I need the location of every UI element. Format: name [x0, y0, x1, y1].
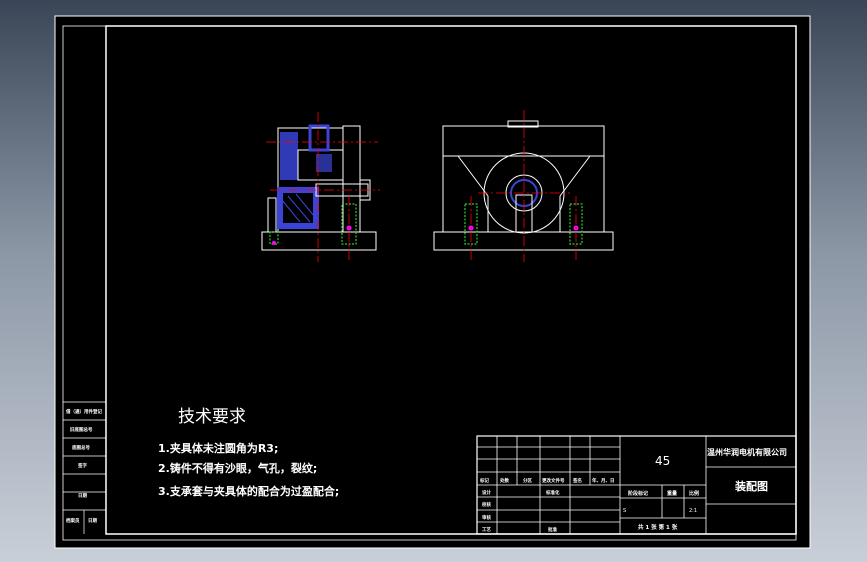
strip-label-1: 旧底图总号: [70, 426, 93, 433]
tech-req-item-3: 3.支承套与夹具体的配合为过盈配合;: [158, 484, 339, 498]
row-label-process: 工艺: [482, 526, 491, 533]
sheet-count: 共 1 张 第 1 张: [638, 523, 678, 531]
drawing-name: 装配图: [734, 479, 768, 493]
approve-label: 批准: [548, 526, 557, 533]
weight-label: 重量: [667, 490, 677, 497]
tech-req-item-2: 2.铸件不得有沙眼，气孔，裂纹;: [158, 461, 317, 475]
header-col-2: 分区: [523, 477, 532, 484]
strip-label-0: 借（通）用件登记: [65, 408, 102, 415]
strip-label-3: 签字: [77, 462, 87, 469]
stage-value: S: [623, 508, 626, 514]
header-col-1: 处数: [499, 477, 509, 484]
material-text: 45: [655, 454, 670, 468]
row-label-design: 设计: [482, 489, 491, 496]
cad-viewport[interactable]: 借（通）用件登记 旧底图总号 底图总号 签字 日期 档案员 日期 技术要求 1.…: [0, 0, 867, 562]
strip-label-6: 日期: [88, 517, 97, 524]
header-col-4: 签名: [572, 477, 582, 484]
row-label-check: 校核: [482, 501, 491, 508]
tech-req-heading: 技术要求: [178, 407, 246, 427]
strip-label-4: 日期: [78, 492, 87, 499]
header-col-5: 年、月、日: [592, 477, 615, 484]
row-label-review: 审核: [482, 514, 491, 521]
header-col-0: 标记: [479, 477, 489, 484]
standardize-label: 标准化: [545, 489, 560, 496]
header-col-3: 更改文件号: [542, 477, 565, 484]
strip-label-5: 档案员: [66, 517, 80, 524]
strip-label-2: 底图总号: [72, 444, 90, 451]
stage-label: 阶段标记: [628, 490, 648, 497]
company-name: 温州华润电机有限公司: [707, 447, 787, 457]
scale-label: 比例: [689, 490, 699, 497]
scale-value: 2:1: [689, 508, 697, 514]
tech-req-item-1: 1.夹具体未注圆角为R3;: [158, 441, 278, 455]
